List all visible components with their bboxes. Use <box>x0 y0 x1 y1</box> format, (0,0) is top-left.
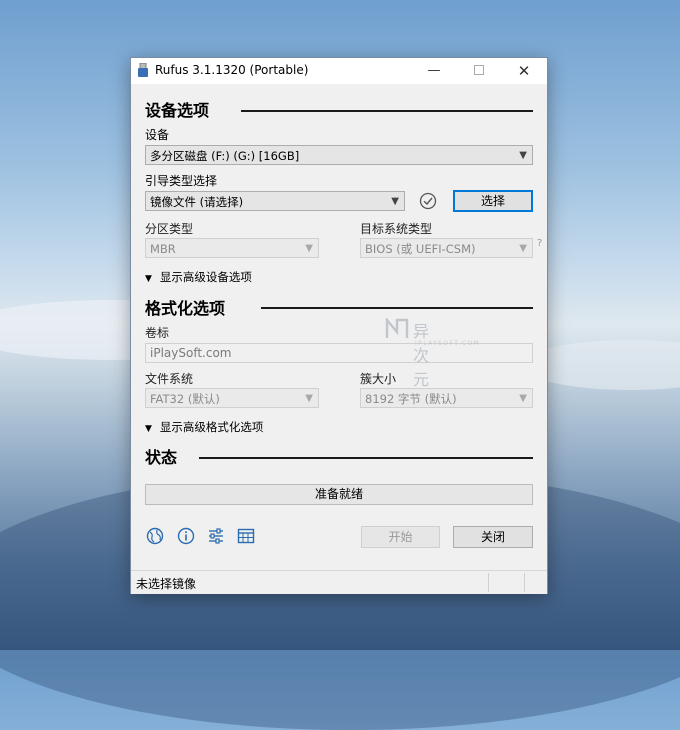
section-divider <box>199 457 533 459</box>
file-system-value: FAT32 (默认) <box>150 392 220 406</box>
advanced-device-toggle[interactable]: ▼ 显示高级设备选项 <box>145 269 252 285</box>
watermark-brand: 异次元 <box>413 322 432 389</box>
watermark: 异次元 IPLAYSOFT.COM <box>385 316 479 389</box>
file-system-label: 文件系统 <box>145 372 194 386</box>
partition-scheme-dropdown[interactable]: MBR ▼ <box>145 238 319 258</box>
partition-scheme-value: MBR <box>150 242 176 256</box>
help-icon[interactable]: ? <box>537 238 542 249</box>
target-system-value: BIOS (或 UEFI-CSM) <box>365 242 476 256</box>
target-system-dropdown[interactable]: BIOS (或 UEFI-CSM) ▼ <box>360 238 533 258</box>
title-bar[interactable]: Rufus 3.1.1320 (Portable) — ✕ <box>131 58 547 84</box>
watermark-subtext: IPLAYSOFT.COM <box>415 340 481 347</box>
section-divider <box>241 110 533 112</box>
minimize-button[interactable]: — <box>411 58 457 84</box>
advanced-format-label: 显示高级格式化选项 <box>159 420 264 434</box>
status-bar: 未选择镜像 <box>131 570 547 594</box>
partition-scheme-label: 分区类型 <box>145 222 194 236</box>
target-system-label: 目标系统类型 <box>360 222 433 236</box>
chevron-down-icon: ▼ <box>519 150 527 161</box>
close-button[interactable]: 关闭 <box>453 526 533 548</box>
device-dropdown[interactable]: 多分区磁盘 (F:) (G:) [16GB] ▼ <box>145 145 533 165</box>
watermark-logo-icon <box>385 316 409 338</box>
chevron-down-icon: ▼ <box>519 243 527 254</box>
settings-sliders-icon[interactable] <box>207 527 225 545</box>
chevron-down-icon: ▼ <box>305 393 313 404</box>
globe-icon[interactable] <box>146 527 164 545</box>
status-bar-text: 未选择镜像 <box>136 577 197 591</box>
chevron-down-icon: ▼ <box>305 243 313 254</box>
chevron-down-icon: ▼ <box>391 196 399 207</box>
advanced-format-toggle[interactable]: ▼ 显示高级格式化选项 <box>145 419 263 435</box>
chevron-down-icon: ▼ <box>145 424 152 434</box>
checksum-check-icon[interactable] <box>419 192 437 210</box>
boot-type-value: 镜像文件 (请选择) <box>150 195 244 209</box>
volume-label-label: 卷标 <box>145 326 170 340</box>
device-value: 多分区磁盘 (F:) (G:) [16GB] <box>150 149 300 163</box>
device-options-heading: 设备选项 <box>145 97 220 121</box>
advanced-device-label: 显示高级设备选项 <box>159 270 252 284</box>
maximize-button[interactable] <box>456 58 502 84</box>
status-progress-bar: 准备就绪 <box>145 484 533 505</box>
device-label: 设备 <box>145 128 170 142</box>
close-window-button[interactable]: ✕ <box>501 58 547 84</box>
cluster-size-value: 8192 字节 (默认) <box>365 392 457 406</box>
select-image-button[interactable]: 选择 <box>453 190 533 212</box>
cluster-size-dropdown[interactable]: 8192 字节 (默认) ▼ <box>360 388 533 408</box>
status-divider <box>488 573 489 592</box>
maximize-icon <box>474 65 484 75</box>
section-divider <box>261 307 533 309</box>
format-options-heading: 格式化选项 <box>145 295 236 319</box>
chevron-down-icon: ▼ <box>145 274 152 284</box>
cluster-size-label: 簇大小 <box>360 372 397 386</box>
log-table-icon[interactable] <box>237 527 255 545</box>
info-icon[interactable] <box>177 527 195 545</box>
window-title: Rufus 3.1.1320 (Portable) <box>155 63 309 77</box>
boot-type-dropdown[interactable]: 镜像文件 (请选择) ▼ <box>145 191 405 211</box>
file-system-dropdown[interactable]: FAT32 (默认) ▼ <box>145 388 319 408</box>
start-button[interactable]: 开始 <box>361 526 440 548</box>
chevron-down-icon: ▼ <box>519 393 527 404</box>
rufus-usb-icon <box>138 63 148 77</box>
boot-type-label: 引导类型选择 <box>145 174 218 188</box>
status-heading: 状态 <box>145 444 188 468</box>
rufus-window: Rufus 3.1.1320 (Portable) — ✕ 设备选项 设备 多分… <box>130 57 548 594</box>
status-divider <box>524 573 525 592</box>
